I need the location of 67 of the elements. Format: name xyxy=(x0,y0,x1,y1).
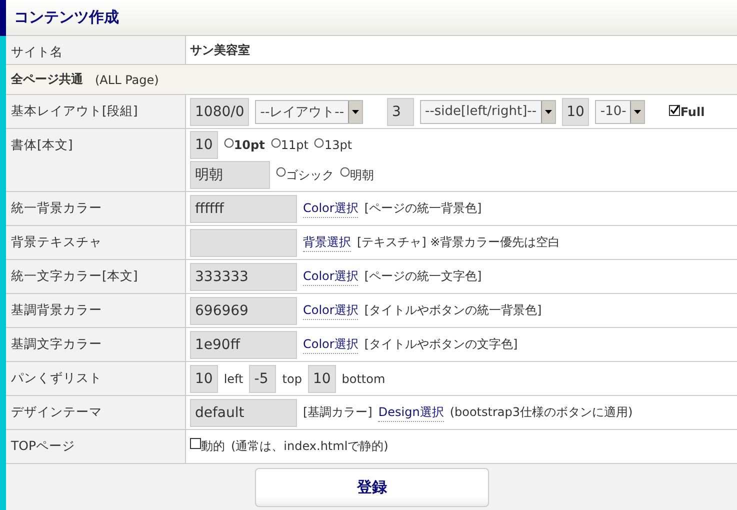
link[interactable]: Color選択 xyxy=(303,268,358,286)
link[interactable]: Color選択 xyxy=(303,200,358,218)
value-text: [テキスチャ] ※背景カラー優先は空白 xyxy=(357,234,560,251)
value-text: (通常は、index.htmlで静的) xyxy=(231,438,388,455)
dropdown[interactable]: -10- xyxy=(595,100,646,124)
value-text: [基調カラー] xyxy=(303,404,372,421)
radio-label: 11pt xyxy=(280,138,308,152)
input-field[interactable]: 333333 xyxy=(190,262,297,290)
row-label: パンくずリスト xyxy=(6,362,186,395)
input-field[interactable]: 10 xyxy=(190,131,218,159)
value-text: (bootstrap3仕様のボタンに適用) xyxy=(450,404,633,421)
input-field[interactable]: default xyxy=(190,398,297,426)
row-label: TOPページ xyxy=(6,430,186,463)
value-text: [ページの統一文字色] xyxy=(364,268,482,285)
radio-button[interactable] xyxy=(270,138,281,148)
input-field[interactable]: 1080/0 xyxy=(190,98,250,126)
row-label: 基調背景カラー xyxy=(6,294,186,327)
section-title: 全ページ共通 xyxy=(11,71,83,88)
caret-icon xyxy=(634,110,642,114)
page-title: コンテンツ作成 xyxy=(14,8,119,27)
radio-button[interactable] xyxy=(224,138,234,148)
radio-label: 13pt xyxy=(324,138,352,152)
row-label: 基調文字カラー xyxy=(6,328,186,361)
checkbox-label: Full xyxy=(680,104,705,118)
row-label: 書体[本文] xyxy=(6,129,186,191)
input-field[interactable]: 696969 xyxy=(190,296,297,324)
section-note: (ALL Page) xyxy=(95,72,159,86)
input-field[interactable]: 10 xyxy=(308,364,336,392)
input-field[interactable]: 明朝 xyxy=(190,161,270,189)
input-field[interactable]: 3 xyxy=(387,98,414,126)
checkbox[interactable] xyxy=(669,104,680,116)
caret-icon xyxy=(544,110,552,114)
caret-icon xyxy=(352,110,360,114)
link[interactable]: Color選択 xyxy=(303,302,358,320)
value-text: [ページの統一背景色] xyxy=(364,200,482,217)
value-text: サン美容室 xyxy=(190,42,250,58)
radio-button[interactable] xyxy=(314,138,324,148)
radio-button[interactable] xyxy=(340,166,350,176)
value-text: left xyxy=(224,372,244,386)
radio-button[interactable] xyxy=(276,166,286,176)
value-text: bottom xyxy=(342,372,386,386)
checkbox[interactable] xyxy=(190,438,201,449)
radio-label: 明朝 xyxy=(350,166,374,184)
submit-button[interactable]: 登録 xyxy=(255,468,489,506)
value-text: [タイトルやボタンの文字色] xyxy=(364,336,518,353)
dropdown[interactable]: --レイアウト-- xyxy=(255,100,364,124)
input-field[interactable]: -5 xyxy=(249,364,276,392)
row-label: 基本レイアウト[段組] xyxy=(6,95,186,128)
link[interactable]: Color選択 xyxy=(303,336,358,354)
radio-label: ゴシック xyxy=(286,166,334,184)
link[interactable]: 背景選択 xyxy=(303,234,351,252)
row-label: 統一文字カラー[本文] xyxy=(6,260,186,293)
radio-label: 10pt xyxy=(234,138,265,152)
input-field[interactable]: 1e90ff xyxy=(190,330,297,358)
checkbox-label: 動的 xyxy=(201,438,225,455)
value-text: top xyxy=(282,372,302,386)
link[interactable]: Design選択 xyxy=(378,404,444,422)
input-field[interactable]: 10 xyxy=(562,98,590,126)
input-field[interactable] xyxy=(190,228,297,256)
row-label: サイト名 xyxy=(6,36,186,64)
row-label: 背景テキスチャ xyxy=(6,226,186,259)
row-label: 統一背景カラー xyxy=(6,192,186,225)
input-field[interactable]: 10 xyxy=(190,364,218,392)
input-field[interactable]: ffffff xyxy=(190,194,297,222)
value-text: [タイトルやボタンの統一背景色] xyxy=(364,302,542,319)
dropdown[interactable]: --side[left/right]-- xyxy=(420,100,556,124)
row-label: デザインテーマ xyxy=(6,396,186,429)
